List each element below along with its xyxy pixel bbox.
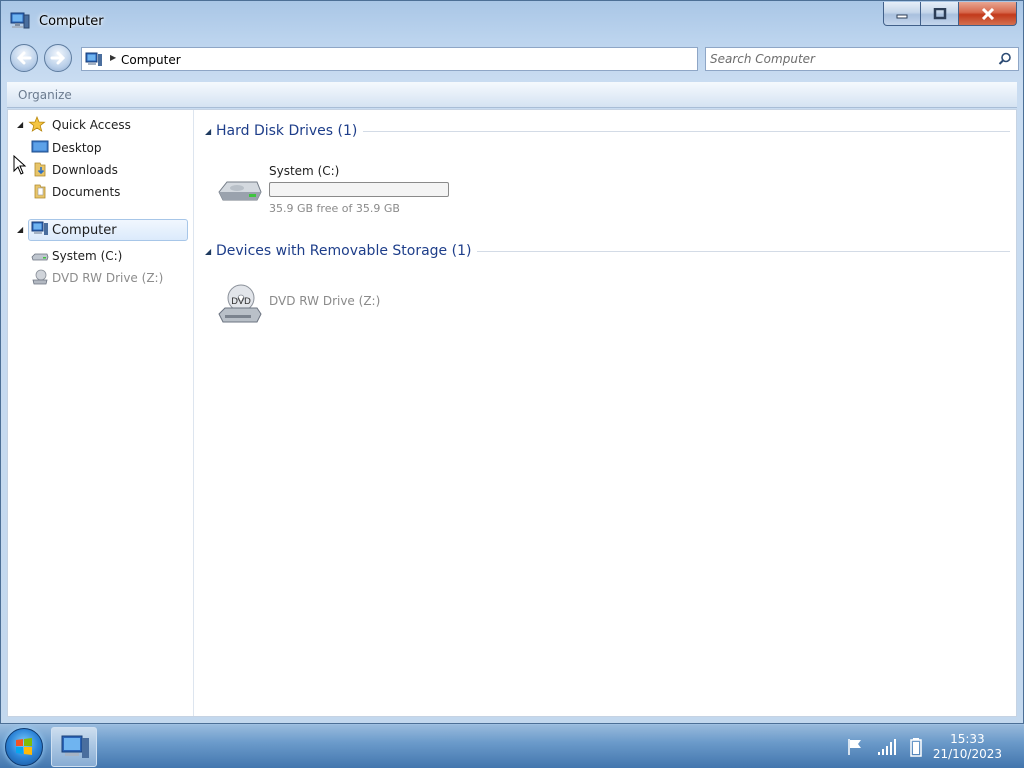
expand-arrow-icon[interactable]: ◢: [17, 120, 23, 129]
title-bar[interactable]: Computer: [1, 1, 1023, 41]
back-arrow-icon: [16, 51, 32, 65]
action-center-flag-icon[interactable]: [846, 737, 866, 757]
group-divider: [477, 251, 1010, 252]
sidebar-item-system-c[interactable]: System (C:): [8, 247, 194, 268]
system-clock[interactable]: 15:33 21/10/2023: [933, 732, 1002, 762]
organize-button[interactable]: Organize: [18, 88, 72, 102]
clock-date: 21/10/2023: [932, 747, 1002, 761]
sidebar-item-label: System (C:): [52, 249, 123, 263]
address-bar[interactable]: ▶ Computer: [81, 47, 698, 71]
hard-drive-icon: [218, 181, 262, 201]
sidebar-item-label: Quick Access: [52, 118, 131, 132]
search-box[interactable]: [705, 47, 1019, 71]
documents-folder-icon: [34, 184, 46, 199]
drive-usage-bar: [269, 182, 449, 197]
dvd-drive-icon: DVD: [218, 284, 262, 323]
sidebar-item-quick-access[interactable]: ◢ Quick Access: [8, 116, 194, 137]
windows-logo-icon: [16, 738, 32, 755]
drive-name: DVD RW Drive (Z:): [269, 294, 381, 308]
window-title: Computer: [39, 14, 104, 29]
computer-icon: [85, 52, 102, 66]
explorer-window: Computer ▶ Computer Search Computer Orga…: [0, 0, 1024, 724]
desktop-icon: [31, 140, 49, 153]
minimize-button[interactable]: [883, 2, 921, 26]
group-header-removable-storage[interactable]: ◢ Devices with Removable Storage (1): [205, 242, 1010, 262]
dvd-drive-icon: [32, 269, 48, 285]
sidebar-item-dvd-z[interactable]: DVD RW Drive (Z:): [8, 269, 194, 290]
drive-dvd-z[interactable]: DVD DVD RW Drive (Z:): [215, 282, 475, 342]
star-icon: [28, 116, 46, 132]
mouse-cursor-icon: [13, 155, 27, 175]
search-input[interactable]: [710, 51, 990, 67]
computer-icon: [10, 12, 30, 29]
sidebar-item-computer[interactable]: ◢ Computer: [8, 219, 194, 242]
start-button[interactable]: [5, 728, 43, 766]
command-bar: Organize: [7, 82, 1017, 108]
collapse-arrow-icon[interactable]: ◢: [205, 127, 211, 136]
clock-time: 15:33: [950, 732, 985, 746]
hard-drive-icon: [31, 253, 49, 261]
battery-icon[interactable]: [906, 737, 926, 757]
network-signal-icon[interactable]: [876, 737, 896, 757]
sidebar-item-documents[interactable]: Documents: [8, 183, 194, 204]
breadcrumb-chevron-icon[interactable]: ▶: [110, 53, 116, 62]
group-title: Hard Disk Drives (1): [216, 123, 358, 139]
taskbar: 15:33 21/10/2023: [0, 724, 1024, 768]
sidebar-item-label: Computer: [52, 223, 117, 238]
navigation-pane: ◢ Quick Access Desktop Downloads Documen…: [8, 110, 194, 716]
collapse-arrow-icon[interactable]: ◢: [205, 247, 211, 256]
maximize-icon: [933, 7, 946, 19]
group-header-hard-disk-drives[interactable]: ◢ Hard Disk Drives (1): [205, 122, 1010, 142]
forward-arrow-icon: [50, 51, 66, 65]
group-divider: [363, 131, 1010, 132]
group-title: Devices with Removable Storage (1): [216, 243, 472, 259]
sidebar-item-label: Documents: [52, 185, 121, 199]
drive-system-c[interactable]: System (C:) 35.9 GB free of 35.9 GB: [215, 164, 475, 224]
forward-button[interactable]: [44, 44, 72, 72]
dvd-label: DVD: [231, 297, 251, 307]
close-button[interactable]: [959, 2, 1017, 26]
sidebar-item-label: DVD RW Drive (Z:): [52, 271, 164, 285]
back-button[interactable]: [10, 44, 38, 72]
close-icon: [981, 7, 994, 20]
minimize-icon: [896, 14, 908, 18]
sidebar-item-desktop[interactable]: Desktop: [8, 139, 194, 160]
sidebar-item-label: Downloads: [52, 163, 118, 177]
taskbar-explorer-button[interactable]: [51, 727, 97, 767]
breadcrumb-computer[interactable]: Computer: [121, 53, 181, 67]
search-icon[interactable]: [998, 52, 1012, 66]
sidebar-item-label: Desktop: [52, 141, 102, 155]
computer-icon: [31, 221, 48, 235]
drive-free-space: 35.9 GB free of 35.9 GB: [269, 202, 400, 215]
downloads-folder-icon: [34, 162, 46, 177]
sidebar-item-downloads[interactable]: Downloads: [8, 161, 194, 182]
computer-icon: [61, 735, 89, 758]
drive-name: System (C:): [269, 164, 340, 178]
main-pane: ◢ Hard Disk Drives (1) System (C:) 35.9 …: [195, 110, 1016, 716]
content-area: ◢ Quick Access Desktop Downloads Documen…: [7, 109, 1017, 717]
maximize-button[interactable]: [921, 2, 959, 26]
caption-buttons: [883, 2, 1017, 26]
expand-arrow-icon[interactable]: ◢: [17, 225, 23, 234]
